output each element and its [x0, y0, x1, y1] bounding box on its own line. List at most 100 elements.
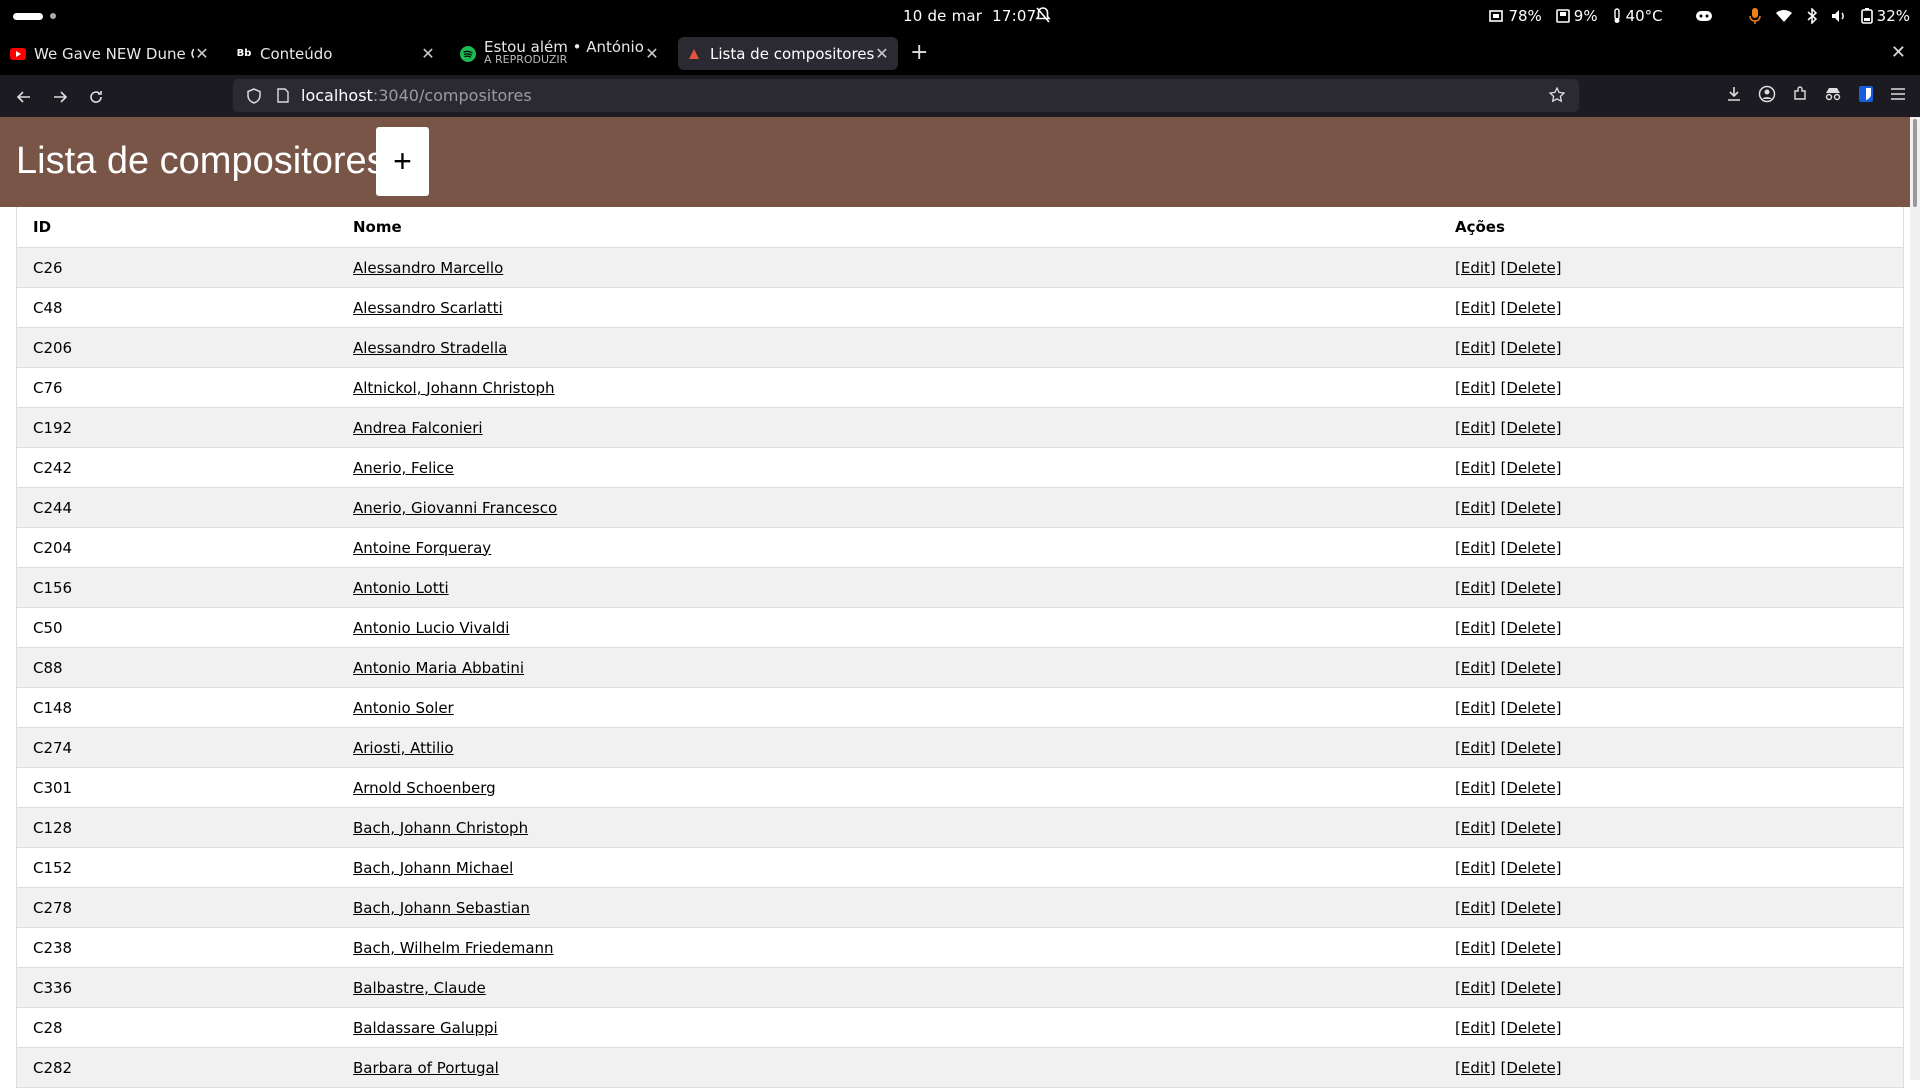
- download-icon[interactable]: [1726, 86, 1742, 102]
- delete-link[interactable]: [Delete]: [1501, 899, 1562, 917]
- actions-cell: [Edit] [Delete]: [1439, 767, 1904, 808]
- account-icon[interactable]: [1758, 85, 1776, 103]
- delete-link[interactable]: [Delete]: [1501, 459, 1562, 477]
- composer-name-link[interactable]: Arnold Schoenberg: [353, 779, 496, 797]
- delete-link[interactable]: [Delete]: [1501, 1059, 1562, 1077]
- composer-name-link[interactable]: Antonio Maria Abbatini: [353, 659, 524, 677]
- reload-button[interactable]: [86, 87, 106, 107]
- tab-compositores[interactable]: Lista de compositores ✕: [678, 37, 898, 70]
- edit-link[interactable]: [Edit]: [1455, 299, 1496, 317]
- delete-link[interactable]: [Delete]: [1501, 619, 1562, 637]
- table-row: C336 Balbastre, Claude [Edit] [Delete]: [16, 967, 1904, 1008]
- new-tab-button[interactable]: +: [910, 42, 928, 64]
- edit-link[interactable]: [Edit]: [1455, 579, 1496, 597]
- password-manager-icon[interactable]: [1858, 85, 1874, 103]
- composer-name-link[interactable]: Altnickol, Johann Christoph: [353, 379, 555, 397]
- add-composer-button[interactable]: +: [376, 127, 429, 196]
- composer-name-link[interactable]: Anerio, Giovanni Francesco: [353, 499, 557, 517]
- edit-link[interactable]: [Edit]: [1455, 859, 1496, 877]
- tab-title: Estou além • António Vari A REPRODUZIR: [484, 40, 644, 67]
- delete-link[interactable]: [Delete]: [1501, 939, 1562, 957]
- composer-name-link[interactable]: Baldassare Galuppi: [353, 1019, 498, 1037]
- menu-icon[interactable]: [1890, 87, 1906, 101]
- incognito-icon[interactable]: [1824, 86, 1842, 102]
- edit-link[interactable]: [Edit]: [1455, 499, 1496, 517]
- composer-name-link[interactable]: Alessandro Marcello: [353, 259, 503, 277]
- browser-nav-bar: localhost:3040/compositores: [0, 75, 1920, 117]
- tab-spotify[interactable]: Estou além • António Vari A REPRODUZIR ✕: [452, 37, 668, 70]
- edit-link[interactable]: [Edit]: [1455, 819, 1496, 837]
- back-button[interactable]: [14, 87, 34, 107]
- edit-link[interactable]: [Edit]: [1455, 259, 1496, 277]
- composer-name-link[interactable]: Bach, Johann Sebastian: [353, 899, 530, 917]
- edit-link[interactable]: [Edit]: [1455, 779, 1496, 797]
- activities-indicator[interactable]: [13, 13, 43, 20]
- composer-name-link[interactable]: Andrea Falconieri: [353, 419, 483, 437]
- edit-link[interactable]: [Edit]: [1455, 739, 1496, 757]
- close-icon[interactable]: ✕: [874, 44, 890, 63]
- composer-name-link[interactable]: Antonio Soler: [353, 699, 454, 717]
- edit-link[interactable]: [Edit]: [1455, 1019, 1496, 1037]
- delete-link[interactable]: [Delete]: [1501, 259, 1562, 277]
- actions-cell: [Edit] [Delete]: [1439, 967, 1904, 1008]
- delete-link[interactable]: [Delete]: [1501, 419, 1562, 437]
- composer-name-link[interactable]: Antoine Forqueray: [353, 539, 491, 557]
- edit-link[interactable]: [Edit]: [1455, 659, 1496, 677]
- edit-link[interactable]: [Edit]: [1455, 899, 1496, 917]
- scrollbar-thumb[interactable]: [1913, 119, 1917, 207]
- delete-link[interactable]: [Delete]: [1501, 819, 1562, 837]
- edit-link[interactable]: [Edit]: [1455, 979, 1496, 997]
- composer-name-link[interactable]: Alessandro Stradella: [353, 339, 507, 357]
- edit-link[interactable]: [Edit]: [1455, 619, 1496, 637]
- composer-name-link[interactable]: Bach, Johann Christoph: [353, 819, 528, 837]
- bookmark-star-icon[interactable]: [1549, 87, 1565, 103]
- close-icon[interactable]: ✕: [194, 44, 210, 63]
- close-window-icon[interactable]: ✕: [1891, 42, 1906, 63]
- edit-link[interactable]: [Edit]: [1455, 539, 1496, 557]
- delete-link[interactable]: [Delete]: [1501, 1019, 1562, 1037]
- composer-name-link[interactable]: Bach, Johann Michael: [353, 859, 513, 877]
- delete-link[interactable]: [Delete]: [1501, 499, 1562, 517]
- forward-button[interactable]: [50, 87, 70, 107]
- url-bar[interactable]: localhost:3040/compositores: [233, 79, 1579, 112]
- edit-link[interactable]: [Edit]: [1455, 459, 1496, 477]
- page-scrollbar[interactable]: [1910, 117, 1920, 1080]
- temperature-indicator: 40°C: [1612, 7, 1663, 25]
- system-clock[interactable]: 10 de mar 17:07: [903, 7, 1036, 25]
- edit-link[interactable]: [Edit]: [1455, 939, 1496, 957]
- table-row: C242 Anerio, Felice [Edit] [Delete]: [16, 447, 1904, 488]
- edit-link[interactable]: [Edit]: [1455, 1059, 1496, 1077]
- composer-name-link[interactable]: Anerio, Felice: [353, 459, 454, 477]
- delete-link[interactable]: [Delete]: [1501, 699, 1562, 717]
- delete-link[interactable]: [Delete]: [1501, 379, 1562, 397]
- close-icon[interactable]: ✕: [644, 44, 660, 63]
- delete-link[interactable]: [Delete]: [1501, 859, 1562, 877]
- shield-icon[interactable]: [247, 87, 261, 104]
- delete-link[interactable]: [Delete]: [1501, 339, 1562, 357]
- delete-link[interactable]: [Delete]: [1501, 539, 1562, 557]
- composer-name-link[interactable]: Antonio Lotti: [353, 579, 449, 597]
- edit-link[interactable]: [Edit]: [1455, 339, 1496, 357]
- composer-name-link[interactable]: Barbara of Portugal: [353, 1059, 499, 1077]
- tab-conteudo[interactable]: Bb Conteúdo ✕: [228, 37, 444, 70]
- delete-link[interactable]: [Delete]: [1501, 779, 1562, 797]
- composer-name-link[interactable]: Alessandro Scarlatti: [353, 299, 503, 317]
- edit-link[interactable]: [Edit]: [1455, 379, 1496, 397]
- extensions-icon[interactable]: [1792, 86, 1808, 102]
- composer-name-link[interactable]: Balbastre, Claude: [353, 979, 486, 997]
- edit-link[interactable]: [Edit]: [1455, 699, 1496, 717]
- cpu-indicator: 78%: [1488, 7, 1542, 25]
- table-row: C204 Antoine Forqueray [Edit] [Delete]: [16, 527, 1904, 568]
- delete-link[interactable]: [Delete]: [1501, 979, 1562, 997]
- composer-name-link[interactable]: Antonio Lucio Vivaldi: [353, 619, 509, 637]
- page-icon[interactable]: [277, 88, 289, 103]
- delete-link[interactable]: [Delete]: [1501, 659, 1562, 677]
- delete-link[interactable]: [Delete]: [1501, 739, 1562, 757]
- composer-name-link[interactable]: Ariosti, Attilio: [353, 739, 454, 757]
- tab-youtube[interactable]: We Gave NEW Dune OLD ✕: [2, 37, 218, 70]
- close-icon[interactable]: ✕: [420, 44, 436, 63]
- composer-name-link[interactable]: Bach, Wilhelm Friedemann: [353, 939, 554, 957]
- delete-link[interactable]: [Delete]: [1501, 299, 1562, 317]
- delete-link[interactable]: [Delete]: [1501, 579, 1562, 597]
- edit-link[interactable]: [Edit]: [1455, 419, 1496, 437]
